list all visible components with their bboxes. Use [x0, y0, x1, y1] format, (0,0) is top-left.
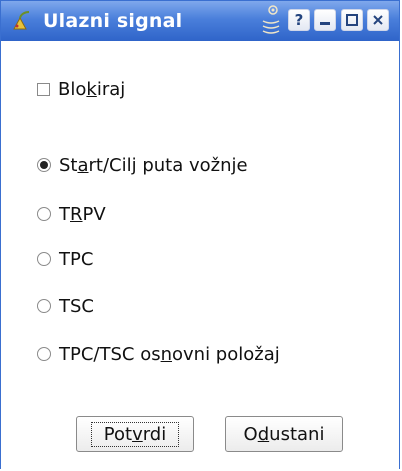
- potvrdi-label: Potvrdi: [90, 421, 180, 447]
- close-button[interactable]: [367, 9, 389, 31]
- odustani-label: Odustani: [243, 423, 325, 445]
- dialog-window: Ulazni signal ? Blokiraj Start/Cilj puta…: [0, 0, 400, 469]
- radio-tpc-tsc-osnovni[interactable]: TPC/TSC osnovni položaj: [37, 342, 280, 366]
- potvrdi-button[interactable]: Potvrdi: [76, 416, 194, 452]
- close-icon: [373, 15, 383, 25]
- help-button[interactable]: ?: [288, 9, 310, 31]
- radio-label: Start/Cilj puta vožnje: [59, 154, 248, 176]
- maximize-icon: [346, 14, 358, 26]
- radio-button[interactable]: [37, 207, 51, 221]
- radio-button[interactable]: [37, 347, 51, 361]
- radio-button[interactable]: [37, 158, 51, 172]
- blokiraj-checkbox[interactable]: [37, 82, 50, 96]
- maximize-button[interactable]: [341, 9, 363, 31]
- radio-trpv[interactable]: TRPV: [37, 202, 106, 226]
- title-bar[interactable]: Ulazni signal ?: [1, 1, 399, 41]
- window-title: Ulazni signal: [43, 10, 183, 32]
- odustani-button[interactable]: Odustani: [225, 416, 343, 452]
- minimize-button[interactable]: [314, 9, 336, 31]
- minimize-icon: [320, 22, 330, 25]
- pin-icon[interactable]: [261, 3, 281, 37]
- radio-tpc[interactable]: TPC: [37, 247, 93, 271]
- radio-start-cilj[interactable]: Start/Cilj puta vožnje: [37, 153, 248, 177]
- app-icon: [13, 11, 30, 30]
- radio-tsc[interactable]: TSC: [37, 294, 94, 318]
- radio-label: TPC: [59, 248, 94, 270]
- blokiraj-label: Blokiraj: [58, 78, 126, 100]
- radio-label: TSC: [59, 295, 94, 317]
- blokiraj-checkbox-row[interactable]: Blokiraj: [37, 77, 125, 101]
- help-icon: ?: [294, 11, 304, 29]
- radio-label: TPC/TSC osnovni položaj: [59, 343, 280, 365]
- radio-label: TRPV: [59, 203, 106, 225]
- radio-button[interactable]: [37, 252, 51, 266]
- radio-button[interactable]: [37, 299, 51, 313]
- dialog-content: Blokiraj Start/Cilj puta vožnje TRPV TPC…: [1, 41, 399, 469]
